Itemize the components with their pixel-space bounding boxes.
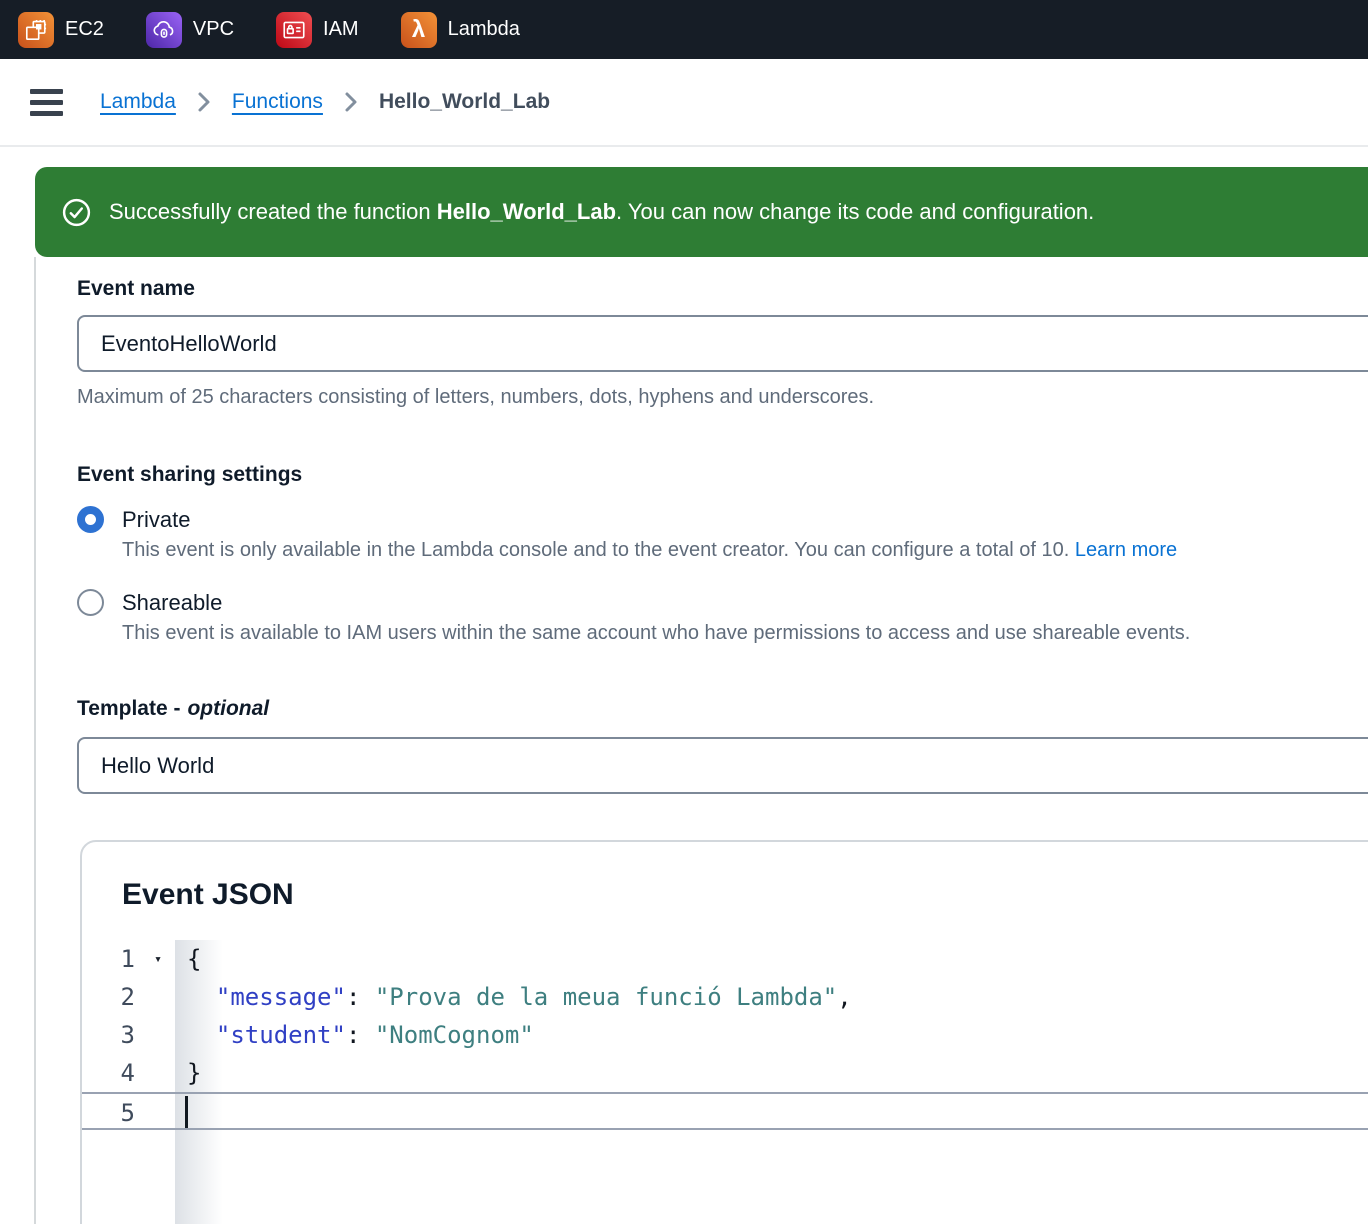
event-name-field: Event name Maximum of 25 characters cons… — [77, 277, 1368, 409]
code-line-5-active[interactable]: 5 — [82, 1092, 1368, 1130]
breadcrumb: Lambda Functions Hello_World_Lab — [0, 59, 1368, 147]
json-code-editor[interactable]: 1▾ { 2 "message": "Prova de la meua func… — [82, 940, 1368, 1224]
radio-private-label: Private — [122, 507, 190, 533]
topbar-service-label: VPC — [193, 18, 234, 41]
ec2-icon — [18, 12, 54, 48]
code-line-2[interactable]: 2 "message": "Prova de la meua funció La… — [82, 978, 1368, 1016]
chevron-right-icon — [344, 91, 358, 113]
radio-shareable-description: This event is available to IAM users wit… — [122, 622, 1368, 645]
template-select[interactable]: Hello World — [77, 737, 1368, 794]
topbar-service-label: Lambda — [448, 18, 520, 41]
json-string-value: "Prova de la meua funció Lambda" — [375, 983, 837, 1011]
line-number: 3 — [82, 1016, 175, 1054]
vpc-icon — [146, 12, 182, 48]
radio-selected-icon[interactable] — [77, 506, 104, 533]
learn-more-link[interactable]: Learn more — [1075, 539, 1177, 561]
line-number: 1▾ — [82, 940, 175, 978]
topbar-service-label: IAM — [323, 18, 359, 41]
topbar-service-iam[interactable]: IAM — [276, 12, 359, 48]
event-json-title: Event JSON — [122, 878, 1368, 912]
menu-icon[interactable] — [30, 89, 63, 116]
line-number: 5 — [82, 1094, 175, 1128]
topbar-service-lambda[interactable]: λ Lambda — [401, 12, 520, 48]
template-selected-value: Hello World — [101, 753, 214, 779]
function-name: Hello_World_Lab — [437, 199, 616, 224]
services-topbar: EC2 VPC IAM λ Lambda — [0, 0, 1368, 59]
success-banner-message: Successfully created the function Hello_… — [109, 199, 1094, 225]
chevron-right-icon — [197, 91, 211, 113]
success-banner: Successfully created the function Hello_… — [35, 167, 1368, 257]
json-key: "student" — [216, 1021, 346, 1049]
lambda-icon: λ — [401, 12, 437, 48]
create-test-event-panel: Event name Maximum of 25 characters cons… — [34, 257, 1368, 1224]
iam-icon — [276, 12, 312, 48]
line-number: 2 — [82, 978, 175, 1016]
line-number: 4 — [82, 1054, 175, 1092]
radio-unselected-icon[interactable] — [77, 589, 104, 616]
radio-private-description: This event is only available in the Lamb… — [122, 539, 1368, 562]
json-key: "message" — [216, 983, 346, 1011]
text-cursor — [185, 1096, 188, 1128]
optional-suffix: optional — [187, 697, 269, 720]
json-string-value: "NomCognom" — [375, 1021, 534, 1049]
check-circle-icon — [61, 197, 92, 228]
event-sharing-settings: Event sharing settings Private This even… — [77, 463, 1368, 645]
breadcrumb-link-functions[interactable]: Functions — [232, 90, 323, 114]
topbar-service-ec2[interactable]: EC2 — [18, 12, 104, 48]
topbar-service-label: EC2 — [65, 18, 104, 41]
fold-arrow-icon[interactable]: ▾ — [154, 941, 162, 979]
breadcrumb-link-lambda[interactable]: Lambda — [100, 90, 176, 114]
breadcrumb-current-page: Hello_World_Lab — [379, 90, 550, 114]
radio-shareable-label: Shareable — [122, 590, 222, 616]
event-name-label: Event name — [77, 277, 1368, 301]
event-name-help: Maximum of 25 characters consisting of l… — [77, 386, 1368, 409]
radio-option-shareable[interactable]: Shareable — [77, 589, 1368, 616]
template-field: Template -optional Hello World — [77, 697, 1368, 794]
event-sharing-label: Event sharing settings — [77, 463, 1368, 487]
radio-option-private[interactable]: Private — [77, 506, 1368, 533]
code-line-1[interactable]: 1▾ { — [82, 940, 1368, 978]
event-json-card: Event JSON 1▾ { 2 "message": "Prova de l… — [80, 840, 1368, 1224]
code-line-3[interactable]: 3 "student": "NomCognom" — [82, 1016, 1368, 1054]
template-label: Template -optional — [77, 697, 1368, 721]
event-name-input[interactable] — [77, 315, 1368, 372]
topbar-service-vpc[interactable]: VPC — [146, 12, 234, 48]
code-line-4[interactable]: 4 } — [82, 1054, 1368, 1092]
